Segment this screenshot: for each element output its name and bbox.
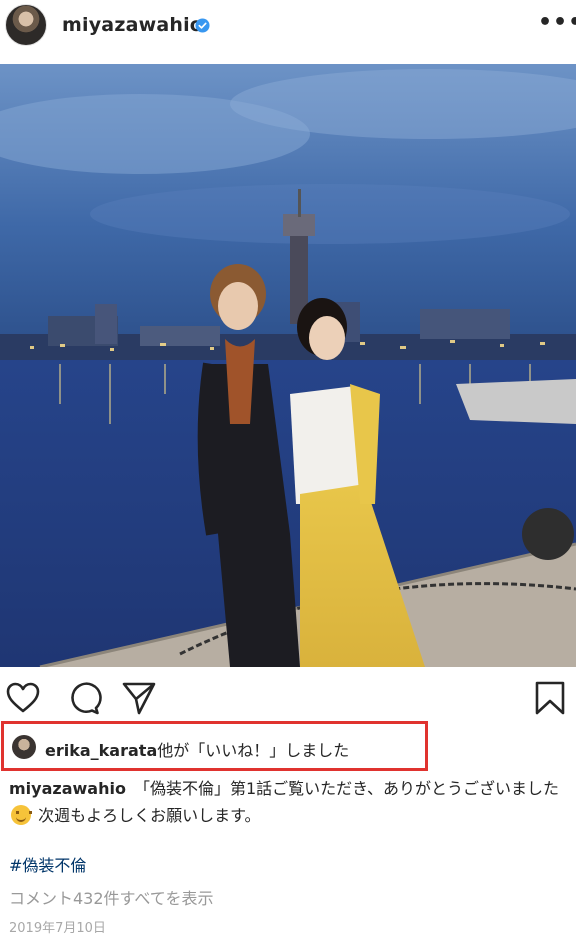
action-bar	[0, 680, 576, 720]
post-username[interactable]: miyazawahio	[62, 14, 203, 36]
post-date: 2019年7月10日	[9, 921, 106, 936]
post-header: miyazawahio •••	[0, 0, 576, 58]
likes-avatar[interactable]	[12, 735, 36, 759]
avatar[interactable]	[5, 4, 47, 46]
post-caption: miyazawahio 「偽装不倫」第1話ご覧いただき、ありがとうございました 次…	[9, 775, 569, 829]
verified-badge-icon	[195, 18, 210, 33]
view-all-comments-link[interactable]: コメント432件すべてを表示	[9, 885, 213, 909]
likes-label: 他が「いいね！」しました	[157, 741, 350, 760]
caption-text-2: 次週もよろしくお願いします。	[33, 806, 261, 825]
photo-image	[0, 64, 576, 667]
smile-emoji-icon	[11, 805, 32, 825]
post-photo[interactable]	[0, 64, 576, 667]
likes-summary[interactable]: erika_karata他が「いいね！」しました	[45, 737, 349, 761]
caption-username[interactable]: miyazawahio	[9, 779, 126, 798]
likes-highlight-box: erika_karata他が「いいね！」しました	[1, 721, 428, 771]
caption-text-1: 「偽装不倫」第1話ご覧いただき、ありがとうございました	[133, 779, 559, 798]
comment-icon[interactable]	[66, 680, 102, 716]
send-icon[interactable]	[121, 680, 157, 716]
likes-username[interactable]: erika_karata	[45, 741, 157, 760]
heart-icon[interactable]	[5, 680, 41, 716]
more-options-icon[interactable]: •••	[538, 12, 576, 34]
bookmark-icon[interactable]	[532, 680, 568, 716]
hashtag-link[interactable]: #偽装不倫	[9, 852, 86, 876]
